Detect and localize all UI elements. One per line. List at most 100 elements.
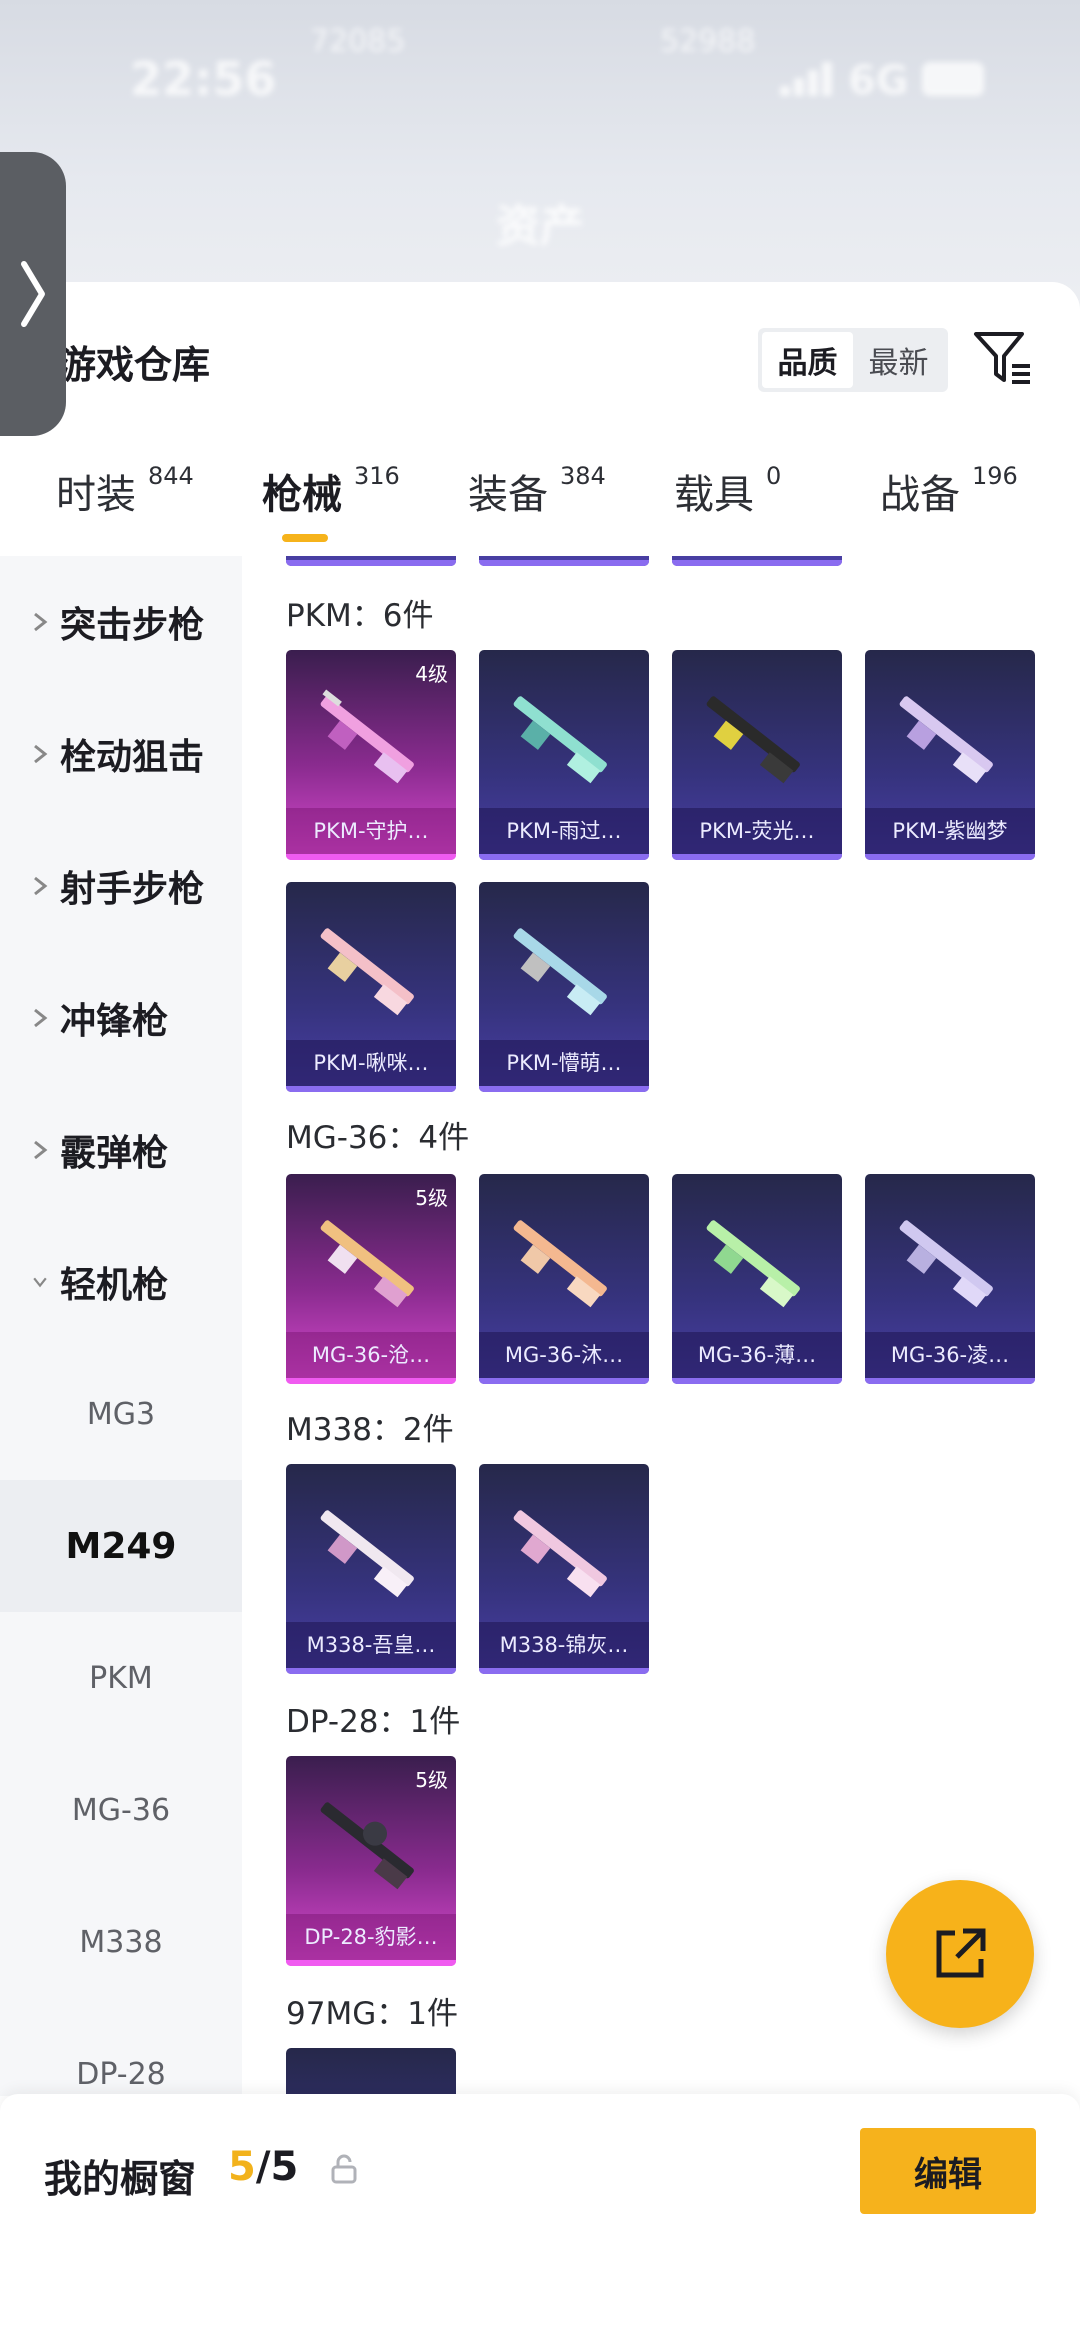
category-tabs: 时装 844 枪械 316 装备 384 载具 0 战备 196 xyxy=(0,462,1080,562)
section-title-97mg: 97MG：1件 xyxy=(286,1996,458,2032)
sidebar-sub-mg3[interactable]: MG3 xyxy=(0,1348,242,1480)
showcase-bar: 我的橱窗 5/5 编辑 xyxy=(0,2094,1080,2341)
weapon-card[interactable]: MG-36-薄… xyxy=(672,1174,842,1384)
weapon-card[interactable]: 4级 PKM-守护… xyxy=(286,650,456,860)
sidebar-item-bolt-sniper[interactable]: 栓动狙击 xyxy=(0,688,242,820)
gun-icon xyxy=(706,1220,800,1308)
tab-count: 384 xyxy=(560,462,606,490)
chevron-right-icon xyxy=(20,611,60,633)
sidebar-sub-pkm[interactable]: PKM xyxy=(0,1612,242,1744)
weapon-name: DP-28-豹影… xyxy=(286,1914,456,1960)
gun-icon xyxy=(899,696,993,784)
sidebar-item-label: 射手步枪 xyxy=(60,869,205,910)
weapon-card[interactable]: PKM-紫幽梦 xyxy=(865,650,1035,860)
external-link-icon xyxy=(936,1928,986,1978)
chevron-right-icon xyxy=(20,875,60,897)
section-title-dp28: DP-28：1件 xyxy=(286,1704,461,1740)
weapon-name: PKM-啾咪… xyxy=(286,1040,456,1086)
status-time: 22:56 xyxy=(130,52,277,106)
weapon-name: PKM-守护… xyxy=(286,808,456,854)
sidebar-sub-m338[interactable]: M338 xyxy=(0,1876,242,2008)
weapon-name: PKM-雨过… xyxy=(479,808,649,854)
gun-icon xyxy=(320,1510,414,1598)
sort-by-quality[interactable]: 品质 xyxy=(762,332,853,388)
chevron-right-icon xyxy=(20,1139,60,1161)
tab-equipment[interactable]: 装备 384 xyxy=(468,462,606,562)
weapon-type-sidebar: 突击步枪 栓动狙击 射手步枪 冲锋枪 霰弹枪 轻机枪 MG3 M249 PKM … xyxy=(0,556,242,2096)
active-tab-indicator xyxy=(282,534,328,542)
weapon-card[interactable]: PKM-荧光… xyxy=(672,650,842,860)
sidebar-item-label: 霰弹枪 xyxy=(60,1133,169,1174)
sidebar-sub-mg36[interactable]: MG-36 xyxy=(0,1744,242,1876)
showcase-current: 5 xyxy=(228,2144,256,2190)
weapon-card-partial[interactable] xyxy=(479,556,649,566)
tab-fashion[interactable]: 时装 844 xyxy=(56,462,194,562)
weapon-name: MG-36-薄… xyxy=(672,1332,842,1378)
page-title: 资产 xyxy=(496,201,584,252)
weapon-card[interactable]: PKM-懵萌… xyxy=(479,882,649,1092)
section-title-mg36: MG-36：4件 xyxy=(286,1120,470,1156)
sidebar-item-label: 冲锋枪 xyxy=(60,1001,169,1042)
sidebar-item-smg[interactable]: 冲锋枪 xyxy=(0,952,242,1084)
signal-icon xyxy=(780,60,840,96)
tab-supplies[interactable]: 战备 196 xyxy=(880,462,1018,562)
status-bar: 22:56 72085 52988 6G xyxy=(0,0,1080,130)
gun-icon xyxy=(320,1802,414,1890)
sidebar-sub-m249[interactable]: M249 xyxy=(0,1480,242,1612)
weapon-name: PKM-紫幽梦 xyxy=(865,808,1035,854)
showcase-count: 5/5 xyxy=(228,2144,298,2190)
sidebar-item-assault-rifle[interactable]: 突击步枪 xyxy=(0,556,242,688)
weapon-card-partial[interactable] xyxy=(286,2048,456,2096)
tab-label: 枪械 xyxy=(262,472,342,518)
tab-firearms[interactable]: 枪械 316 xyxy=(262,462,400,562)
weapon-card[interactable]: 5级 MG-36-沧… xyxy=(286,1174,456,1384)
panel-title: 游戏仓库 xyxy=(58,343,211,387)
gun-icon xyxy=(513,696,607,784)
tab-label: 装备 xyxy=(468,472,548,518)
weapon-card[interactable]: MG-36-凌… xyxy=(865,1174,1035,1384)
weapon-card[interactable]: 5级 DP-28-豹影… xyxy=(286,1756,456,1966)
weapon-card[interactable]: M338-吾皇… xyxy=(286,1464,456,1674)
tab-label: 载具 xyxy=(674,472,754,518)
gun-icon xyxy=(320,689,414,784)
weapon-card[interactable]: PKM-啾咪… xyxy=(286,882,456,1092)
side-drawer-toggle[interactable] xyxy=(0,152,66,436)
filter-icon[interactable] xyxy=(972,328,1034,388)
weapon-card[interactable]: PKM-雨过… xyxy=(479,650,649,860)
status-center: 52988 xyxy=(660,24,756,59)
weapon-name: M338-吾皇… xyxy=(286,1622,456,1668)
gun-icon xyxy=(513,1510,607,1598)
edit-button[interactable]: 编辑 xyxy=(860,2128,1036,2214)
battery-icon xyxy=(922,62,984,96)
weapon-name: MG-36-沧… xyxy=(286,1332,456,1378)
sidebar-item-lmg[interactable]: 轻机枪 xyxy=(0,1216,242,1348)
tab-vehicles[interactable]: 载具 0 xyxy=(674,462,781,562)
share-fab[interactable] xyxy=(886,1880,1034,2028)
tab-label: 时装 xyxy=(56,472,136,518)
chevron-right-icon xyxy=(20,1007,60,1029)
gun-icon xyxy=(320,1220,414,1308)
weapon-name: PKM-懵萌… xyxy=(479,1040,649,1086)
weapon-card-partial[interactable] xyxy=(672,556,842,566)
showcase-total: /5 xyxy=(255,2144,299,2190)
chevron-right-icon xyxy=(21,261,45,327)
weapon-name: M338-锦灰… xyxy=(479,1622,649,1668)
tab-count: 0 xyxy=(766,462,782,490)
sort-by-newest[interactable]: 最新 xyxy=(853,332,944,388)
weapon-name: MG-36-凌… xyxy=(865,1332,1035,1378)
sidebar-item-marksman-rifle[interactable]: 射手步枪 xyxy=(0,820,242,952)
weapon-card[interactable]: MG-36-沐… xyxy=(479,1174,649,1384)
section-title-pkm: PKM：6件 xyxy=(286,598,434,634)
weapon-card-partial[interactable] xyxy=(286,556,456,566)
gun-icon xyxy=(899,1220,993,1308)
tab-count: 844 xyxy=(148,462,194,490)
weapon-name: MG-36-沐… xyxy=(479,1332,649,1378)
tab-count: 196 xyxy=(972,462,1018,490)
lock-icon xyxy=(331,2154,357,2184)
status-carrier: 72085 xyxy=(310,24,406,59)
sidebar-item-label: 轻机枪 xyxy=(60,1265,169,1306)
gun-icon xyxy=(513,1220,607,1308)
sidebar-item-label: 栓动狙击 xyxy=(60,737,205,778)
sidebar-item-shotgun[interactable]: 霰弹枪 xyxy=(0,1084,242,1216)
weapon-card[interactable]: M338-锦灰… xyxy=(479,1464,649,1674)
